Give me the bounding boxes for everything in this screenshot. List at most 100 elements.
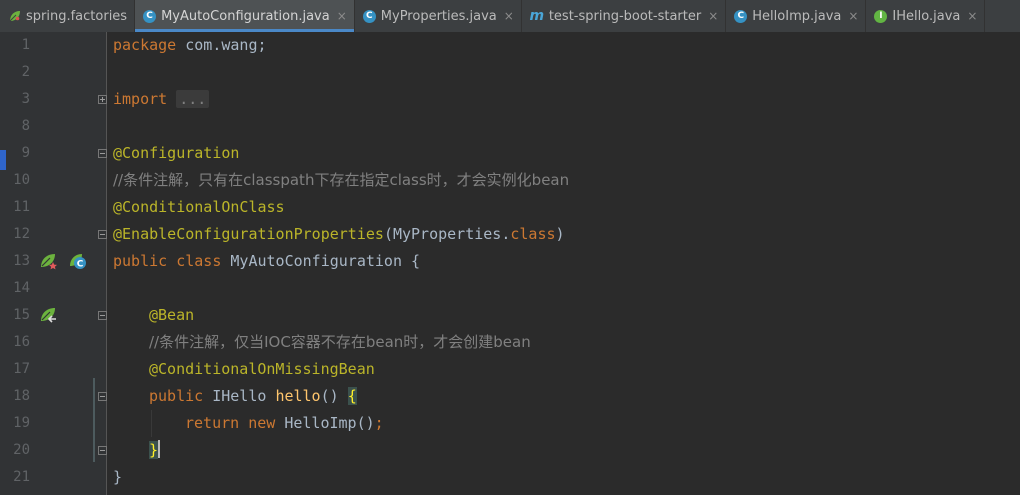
fold-collapse-icon[interactable] xyxy=(98,149,107,158)
matched-brace: } xyxy=(149,441,159,459)
class-name: MyAutoConfiguration xyxy=(230,252,402,270)
line-number: 11 xyxy=(13,199,30,215)
close-icon[interactable]: × xyxy=(504,9,514,23)
package-name: com.wang; xyxy=(176,36,267,54)
keyword: return xyxy=(185,414,240,432)
fold-end-icon[interactable] xyxy=(98,446,107,455)
code-line-17: @ConditionalOnMissingBean xyxy=(149,356,375,383)
line-number: 1 xyxy=(21,37,30,53)
semicolon: ; xyxy=(374,414,384,432)
collapsed-imports[interactable]: ... xyxy=(176,90,210,108)
interface-icon: I xyxy=(874,9,888,23)
brace: } xyxy=(113,468,123,486)
line-number: 13 xyxy=(13,253,30,269)
spring-bean-icon[interactable] xyxy=(39,252,57,270)
keyword: class xyxy=(176,252,222,270)
return-type: IHello xyxy=(212,387,267,405)
code-line-18: public IHello hello() { xyxy=(149,383,357,410)
keyword: class xyxy=(510,225,556,243)
tab-label: IHello.java xyxy=(892,8,961,24)
line-number: 19 xyxy=(13,415,30,431)
annotation: @EnableConfigurationProperties xyxy=(113,225,384,243)
fold-end-icon[interactable] xyxy=(98,230,107,239)
editor-gutter: 1 2 3 8 9 10 11 12 13 14 15 16 17 18 19 … xyxy=(0,32,107,495)
line-number: 2 xyxy=(21,64,30,80)
maven-module-icon: m xyxy=(529,8,545,24)
implementation-class-icon[interactable]: C xyxy=(69,252,87,270)
class-icon: C xyxy=(143,9,157,23)
fold-collapse-icon[interactable] xyxy=(98,311,107,320)
code-line-9: @Configuration xyxy=(113,140,239,167)
code-editor[interactable]: package com.wang; import ... @Configurat… xyxy=(107,32,1020,495)
code-line-20: } xyxy=(149,437,161,464)
code-line-11: @ConditionalOnClass xyxy=(113,194,285,221)
tab-my-auto-configuration[interactable]: C MyAutoConfiguration.java × xyxy=(135,0,355,32)
fold-collapse-icon[interactable] xyxy=(98,392,107,401)
tab-label: HelloImp.java xyxy=(752,8,842,24)
code-line-12: @EnableConfigurationProperties(MyPropert… xyxy=(113,221,565,248)
line-number: 21 xyxy=(13,469,30,485)
class-icon: C xyxy=(734,9,748,23)
matched-brace: { xyxy=(347,387,357,405)
navigate-bean-icon[interactable] xyxy=(39,306,57,324)
indent-guide xyxy=(151,410,152,437)
code-line-3: import ... xyxy=(113,86,210,113)
tab-label: MyAutoConfiguration.java xyxy=(161,8,330,24)
editor-tab-bar: spring.factories C MyAutoConfiguration.j… xyxy=(0,0,1020,33)
parens: () xyxy=(320,387,339,405)
code-line-15: @Bean xyxy=(149,302,194,329)
line-number: 17 xyxy=(13,361,30,377)
tab-test-spring-boot-starter[interactable]: m test-spring-boot-starter × xyxy=(522,0,727,32)
tab-my-properties[interactable]: C MyProperties.java × xyxy=(355,0,522,32)
comment: //条件注解，只有在classpath下存在指定class时，才会实例化bean xyxy=(113,171,570,189)
line-number: 15 xyxy=(13,307,30,323)
constructor-call: HelloImp() xyxy=(284,414,375,432)
annotation: @Bean xyxy=(149,306,195,324)
tab-label: test-spring-boot-starter xyxy=(548,8,702,24)
tab-label: spring.factories xyxy=(26,8,128,24)
annotation: @ConditionalOnClass xyxy=(113,198,285,216)
code-line-19: return new HelloImp(); xyxy=(185,410,384,437)
svg-text:C: C xyxy=(77,260,84,270)
method-name: hello xyxy=(275,387,321,405)
argument: MyProperties. xyxy=(392,225,511,243)
line-number: 18 xyxy=(13,388,30,404)
keyword: public xyxy=(149,387,204,405)
brace: { xyxy=(411,252,421,270)
class-icon: C xyxy=(362,9,376,23)
comment: //条件注解，仅当IOC容器不存在bean时，才会创建bean xyxy=(149,333,531,351)
close-icon[interactable]: × xyxy=(708,9,718,23)
line-number: 9 xyxy=(21,145,30,161)
close-icon[interactable]: × xyxy=(848,9,858,23)
line-number: 3 xyxy=(21,91,30,107)
line-number: 16 xyxy=(13,334,30,350)
paren: ) xyxy=(555,225,565,243)
annotation: @Configuration xyxy=(113,144,240,162)
code-line-13: public class MyAutoConfiguration { xyxy=(113,248,420,275)
code-line-1: package com.wang; xyxy=(113,32,267,59)
line-number: 20 xyxy=(13,442,30,458)
fold-expand-icon[interactable] xyxy=(98,95,107,104)
line-number: 8 xyxy=(21,118,30,134)
tab-spring-factories[interactable]: spring.factories xyxy=(0,0,136,32)
close-icon[interactable]: × xyxy=(337,9,347,23)
line-number: 10 xyxy=(13,172,30,188)
tab-hello-imp[interactable]: C HelloImp.java × xyxy=(726,0,867,32)
keyword: package xyxy=(113,36,177,54)
tab-label: MyProperties.java xyxy=(380,8,497,24)
paren: ( xyxy=(383,225,393,243)
change-bar xyxy=(93,378,95,462)
keyword: public xyxy=(113,252,168,270)
close-icon[interactable]: × xyxy=(967,9,977,23)
code-line-10: //条件注解，只有在classpath下存在指定class时，才会实例化bean xyxy=(113,167,569,194)
spring-leaf-icon xyxy=(8,10,21,23)
line-number: 14 xyxy=(13,280,30,296)
tab-ihello[interactable]: I IHello.java × xyxy=(866,0,986,32)
code-line-21: } xyxy=(113,464,122,491)
code-line-16: //条件注解，仅当IOC容器不存在bean时，才会创建bean xyxy=(149,329,531,356)
keyword: import xyxy=(113,90,168,108)
line-number: 12 xyxy=(13,226,30,242)
annotation: @ConditionalOnMissingBean xyxy=(149,360,375,378)
keyword: new xyxy=(248,414,276,432)
text-caret xyxy=(158,440,161,458)
